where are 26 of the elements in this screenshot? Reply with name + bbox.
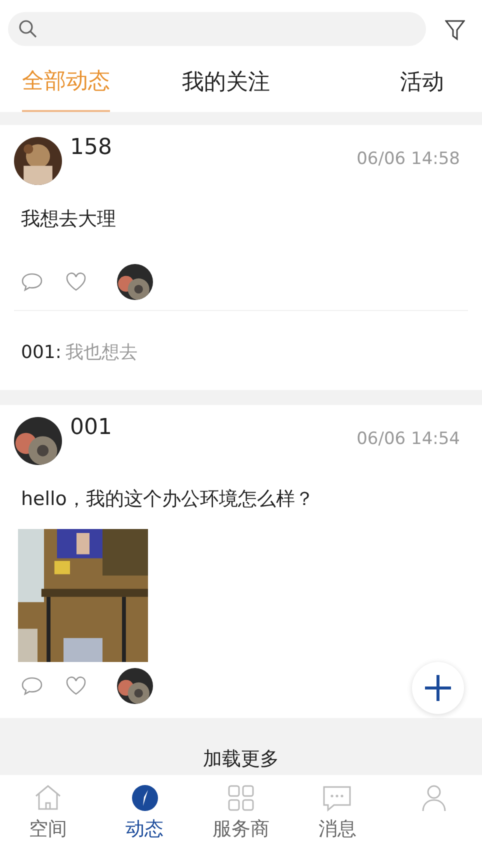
- search-field[interactable]: [8, 12, 426, 46]
- post-time: 06/06 14:58: [356, 148, 460, 171]
- search-icon: [18, 19, 38, 39]
- post-text: 我想去大理: [21, 207, 116, 232]
- plus-icon: [423, 673, 453, 703]
- comment-author: 001:: [21, 342, 62, 362]
- post-time: 06/06 14:54: [356, 428, 460, 450]
- nav-tab[interactable]: 空间: [0, 775, 96, 850]
- nav-tab[interactable]: 服务商: [192, 775, 290, 850]
- nav-tab[interactable]: 消息: [289, 775, 386, 850]
- compass-icon: [130, 783, 160, 813]
- heart-icon[interactable]: [65, 676, 87, 696]
- post-text: hello，我的这个办公环境怎么样？: [21, 486, 314, 512]
- user-name: 001: [70, 416, 112, 442]
- grid-icon: [226, 783, 256, 813]
- user-name: 158: [70, 137, 112, 162]
- comment-icon[interactable]: [21, 676, 43, 696]
- load-more-link[interactable]: 加载更多: [203, 744, 279, 773]
- filter-icon: [445, 18, 465, 41]
- tab[interactable]: 我的关注: [182, 52, 270, 112]
- comment-text: 我也想去: [65, 342, 138, 362]
- nav-tab[interactable]: 动态: [96, 775, 193, 850]
- comment-icon[interactable]: [21, 272, 43, 292]
- heart-icon[interactable]: [65, 272, 87, 292]
- tab[interactable]: 活动: [400, 52, 444, 112]
- home-icon: [33, 783, 64, 813]
